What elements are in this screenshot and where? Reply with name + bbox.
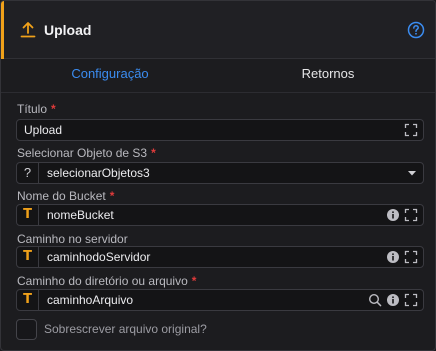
- required-marker: *: [109, 189, 115, 203]
- sobrescrever-label[interactable]: Sobrescrever arquivo original?: [44, 322, 207, 336]
- expand-icon[interactable]: [404, 250, 418, 264]
- upload-panel: Upload Configuração Retornos Título * Upl…: [0, 0, 436, 351]
- tab-retornos[interactable]: Retornos: [219, 59, 435, 93]
- panel-title: Upload: [44, 22, 92, 38]
- info-icon[interactable]: [386, 208, 400, 222]
- arquivo-input[interactable]: T caminhoArquivo: [16, 289, 424, 311]
- variable-type-text-icon: T: [17, 247, 39, 267]
- servidor-input[interactable]: T caminhodoServidor: [16, 246, 424, 268]
- arquivo-label: Caminho do diretório ou arquivo *: [17, 274, 197, 288]
- expand-icon[interactable]: [404, 208, 418, 222]
- titulo-input[interactable]: Upload: [16, 119, 424, 141]
- tab-configuracao[interactable]: Configuração: [1, 59, 219, 93]
- variable-type-unknown-icon: ?: [17, 163, 39, 183]
- bucket-label: Nome do Bucket *: [17, 189, 115, 203]
- titulo-label: Título *: [17, 102, 56, 116]
- servidor-value: caminhodoServidor: [47, 250, 151, 264]
- required-marker: *: [151, 146, 156, 160]
- objeto-s3-value: selecionarObjetos3: [47, 166, 150, 180]
- titulo-value: Upload: [24, 123, 63, 137]
- required-marker: *: [191, 274, 197, 288]
- info-icon[interactable]: [386, 293, 400, 307]
- help-icon[interactable]: [407, 21, 425, 39]
- variable-type-text-icon: T: [17, 205, 39, 225]
- panel-header: Upload: [1, 1, 435, 59]
- variable-type-text-icon: T: [17, 290, 39, 310]
- header-accent-bar: [1, 1, 4, 59]
- search-icon[interactable]: [368, 293, 382, 307]
- servidor-label: Caminho no servidor: [17, 232, 128, 246]
- info-icon[interactable]: [386, 250, 400, 264]
- bucket-value: nomeBucket: [47, 208, 114, 222]
- tab-bar: Configuração Retornos: [1, 59, 435, 93]
- required-marker: *: [51, 102, 56, 116]
- tab-divider: [1, 92, 435, 93]
- chevron-down-icon[interactable]: [405, 166, 419, 180]
- upload-icon: [20, 22, 36, 38]
- arquivo-value: caminhoArquivo: [47, 293, 134, 307]
- objeto-s3-label: Selecionar Objeto de S3 *: [17, 146, 156, 160]
- expand-icon[interactable]: [404, 293, 418, 307]
- expand-icon[interactable]: [404, 123, 418, 137]
- objeto-s3-select[interactable]: ? selecionarObjetos3: [16, 162, 424, 184]
- sobrescrever-checkbox[interactable]: [16, 319, 37, 340]
- bucket-input[interactable]: T nomeBucket: [16, 204, 424, 226]
